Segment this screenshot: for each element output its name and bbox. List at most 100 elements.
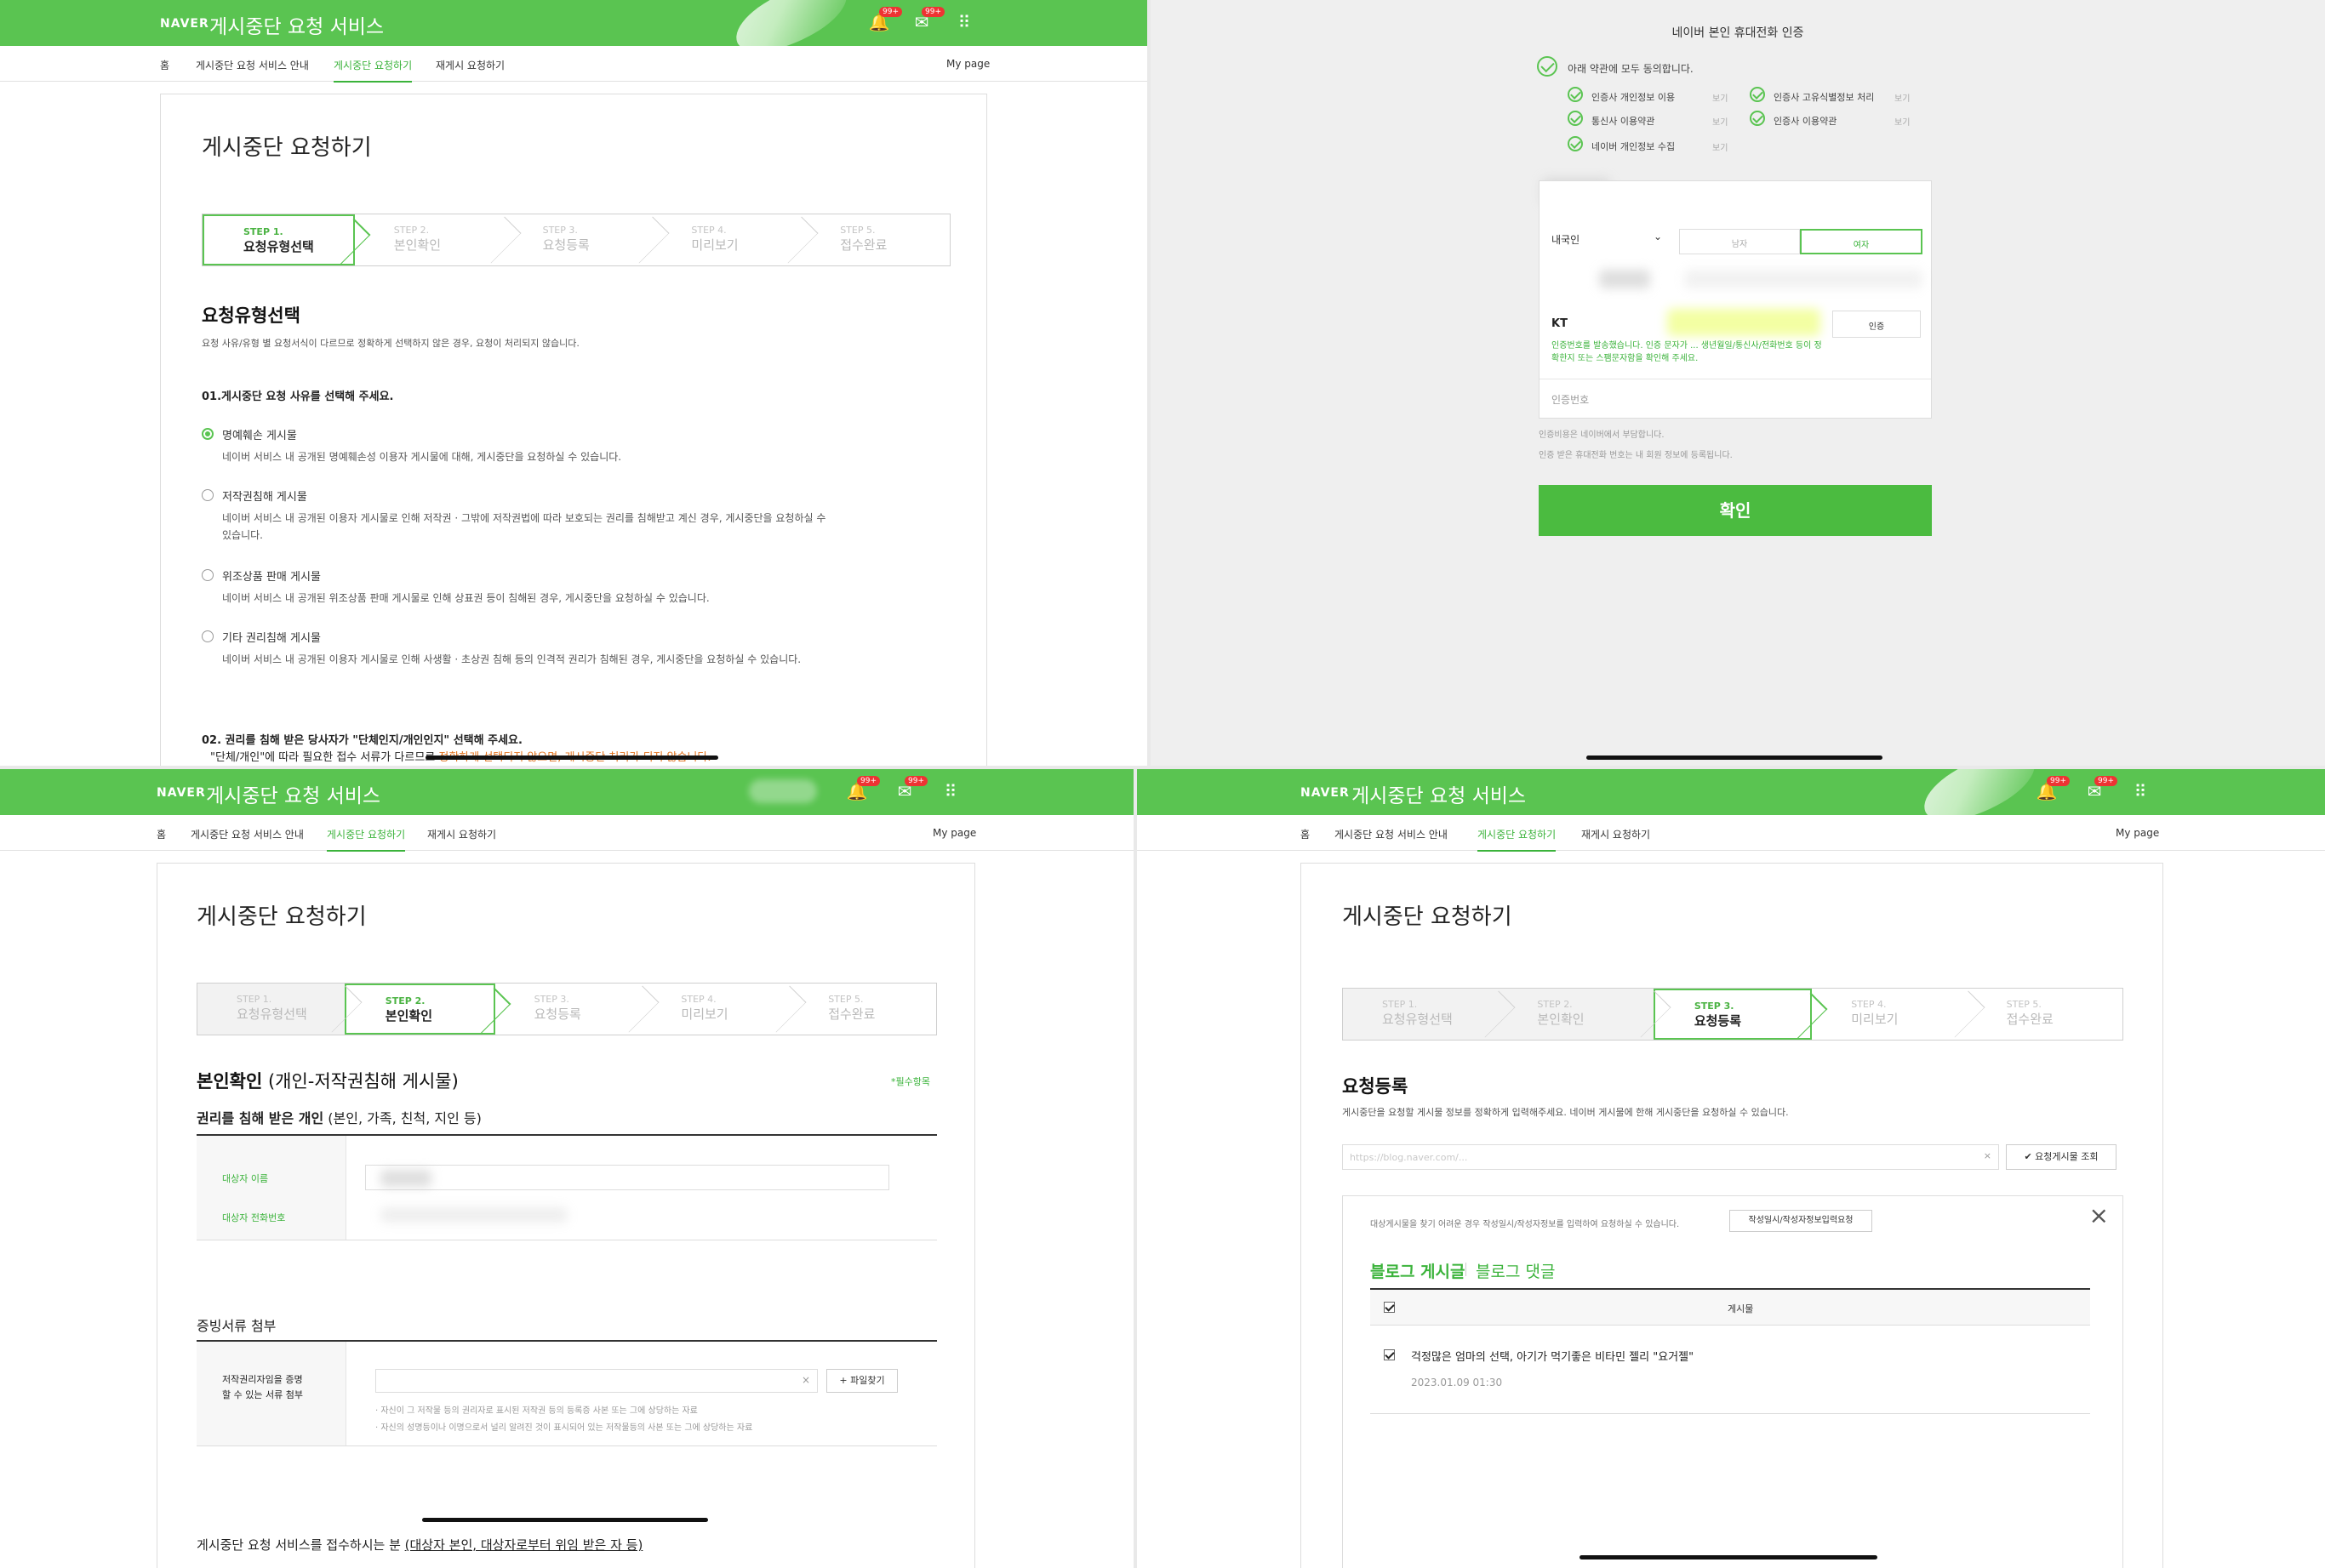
file-browse-button[interactable]: + 파일찾기	[826, 1369, 898, 1393]
radio-copyright[interactable]	[202, 489, 214, 501]
file-path-input[interactable]: ×	[375, 1369, 818, 1393]
step-indicator: STEP 1. 요청유형선택 STEP 2. 본인확인 STEP 3. 요청등록 ST…	[202, 214, 951, 266]
table-row[interactable]: 걱정많은 엄마의 선택, 아기가 먹기좋은 비타민 젤리 "요거젤" 2023.…	[1370, 1326, 2090, 1414]
nav-service-guide[interactable]: 게시중단 요청 서비스 안내	[196, 58, 309, 72]
nav-home[interactable]: 홈	[157, 827, 166, 841]
top-navigation-bar: NAVER 게시중단 요청 서비스 🔔 99+ ✉ 99+ ⠿	[0, 769, 1134, 815]
target-name-label: 대상자 이름	[222, 1173, 269, 1184]
step-1: STEP 1. 요청유형선택	[197, 984, 363, 1035]
mail-icon[interactable]: ✉ 99+	[911, 7, 945, 32]
attach-note-2: · 자신의 성명등이나 이명으로서 널리 알려진 것이 표시되어 있는 저작물등…	[375, 1423, 753, 1433]
option-label[interactable]: 기타 권리침해 게시물	[222, 629, 321, 645]
select-all-checkbox[interactable]	[1384, 1302, 1395, 1313]
nav-service-guide[interactable]: 게시중단 요청 서비스 안내	[191, 827, 304, 841]
confirm-button[interactable]: 확인	[1539, 485, 1932, 536]
lookup-post-button[interactable]: ✔ 요청게시물 조회	[2006, 1144, 2116, 1170]
nav-mypage[interactable]: My page	[2116, 827, 2159, 839]
option-label[interactable]: 저작권침해 게시물	[222, 488, 307, 504]
nav-repost-request[interactable]: 재게시 요청하기	[1581, 827, 1650, 841]
post-title[interactable]: 걱정많은 엄마의 선택, 아기가 먹기좋은 비타민 젤리 "요거젤"	[1411, 1348, 1694, 1364]
term-label: 네이버 개인정보 수집	[1591, 141, 1676, 152]
step-4: STEP 4. 미리보기	[642, 984, 807, 1035]
term-check-icon[interactable]	[1750, 111, 1765, 126]
panel-phone-verification: 네이버 본인 휴대전화 인증 아래 약관에 모두 동의합니다. 인증사 개인정보…	[1151, 0, 2325, 766]
post-url-input[interactable]: https://blog.naver.com/... ×	[1342, 1144, 1999, 1170]
nav-mypage[interactable]: My page	[933, 827, 976, 839]
bell-icon[interactable]: 🔔 99+	[846, 776, 880, 801]
agree-all-check-icon[interactable]	[1537, 56, 1557, 77]
radio-counterfeit[interactable]	[202, 569, 214, 581]
blurred-phone-number	[1667, 309, 1820, 336]
naver-logo[interactable]: NAVER	[160, 17, 209, 31]
step-5: STEP 5. 접수완료	[1967, 989, 2123, 1040]
tab-blog-post[interactable]: 블로그 게시글	[1370, 1259, 1465, 1282]
term-check-icon[interactable]	[1750, 87, 1765, 102]
green-hint-line-1: 인증번호를 발송했습니다. 인증 문자가 ... 생년월일/통신사/전화번호 등…	[1551, 341, 1822, 351]
term-label: 인증사 고유식별정보 처리	[1774, 92, 1875, 103]
sub-navigation: 홈 게시중단 요청 서비스 안내 게시중단 요청하기 재게시 요청하기 My p…	[0, 815, 1134, 852]
term-view-link[interactable]: 보기	[1894, 91, 1910, 104]
term-check-icon[interactable]	[1568, 136, 1583, 151]
service-title[interactable]: 게시중단 요청 서비스	[209, 10, 384, 39]
apps-grid-icon[interactable]: ⠿	[940, 781, 962, 801]
option-label[interactable]: 명예훼손 게시물	[222, 426, 297, 442]
term-check-icon[interactable]	[1568, 111, 1583, 126]
term-view-link[interactable]: 보기	[1712, 140, 1728, 153]
mail-icon[interactable]: ✉ 99+	[894, 776, 928, 801]
nav-repost-request[interactable]: 재게시 요청하기	[427, 827, 496, 841]
nav-request-takedown[interactable]: 게시중단 요청하기	[327, 827, 406, 852]
section-title: 요청유형선택	[202, 305, 300, 326]
tab-blog-comment[interactable]: 블로그 댓글	[1476, 1259, 1555, 1282]
term-view-link[interactable]: 보기	[1894, 115, 1910, 128]
panel-step1-request-type: NAVER 게시중단 요청 서비스 🔔 99+ ✉ 99+ ⠿ 홈 게시중단 요청 …	[0, 0, 1147, 766]
box-description: 대상게시물을 찾기 어려운 경우 작성일시/작성자정보를 입력하여 요청하실 수…	[1370, 1220, 1680, 1229]
column-header: 게시물	[1728, 1303, 1754, 1314]
content-card: 게시중단 요청하기 STEP 1. 요청유형선택 STEP 2. 본인확인 STEP…	[160, 94, 987, 766]
gender-female-button[interactable]: 여자	[1800, 229, 1922, 254]
step-2: STEP 2. 본인확인	[354, 214, 521, 265]
carrier-label[interactable]: KT	[1551, 317, 1568, 330]
mail-badge: 99+	[922, 7, 945, 17]
author-info-request-button[interactable]: 작성일시/작성자정보입력요청	[1729, 1210, 1872, 1232]
bell-icon[interactable]: 🔔 99+	[2036, 776, 2070, 801]
verification-form: 내국인 ⌄ 남자 여자 KT 인증 인증번호를 발송했습니다. 인증 문자가 ..…	[1539, 180, 1932, 419]
mail-icon[interactable]: ✉ 99+	[2083, 776, 2117, 801]
nav-mypage[interactable]: My page	[946, 58, 990, 70]
row-checkbox[interactable]	[1384, 1349, 1395, 1360]
bell-icon[interactable]: 🔔 99+	[868, 7, 902, 32]
nav-home[interactable]: 홈	[160, 58, 169, 72]
target-name-input[interactable]	[365, 1165, 889, 1190]
nav-request-takedown[interactable]: 게시중단 요청하기	[1477, 827, 1557, 852]
nav-home[interactable]: 홈	[1300, 827, 1310, 841]
term-view-link[interactable]: 보기	[1712, 115, 1728, 128]
naver-logo[interactable]: NAVER	[1300, 786, 1350, 800]
service-title[interactable]: 게시중단 요청 서비스	[206, 779, 380, 808]
blurred-field	[1684, 270, 1922, 288]
nav-request-takedown[interactable]: 게시중단 요청하기	[334, 58, 413, 83]
close-icon[interactable]: ×	[2089, 1201, 2109, 1229]
option-label[interactable]: 위조상품 판매 게시물	[222, 567, 321, 584]
auth-code-input[interactable]: 인증번호	[1551, 392, 1589, 407]
blurred-birthdate	[1599, 270, 1650, 288]
radio-other-rights[interactable]	[202, 630, 214, 642]
home-indicator	[1586, 755, 1882, 760]
nav-repost-request[interactable]: 재게시 요청하기	[436, 58, 505, 72]
section-title: 요청등록	[1342, 1076, 1408, 1097]
annotation-underline	[426, 755, 718, 760]
gender-male-button[interactable]: 남자	[1679, 229, 1800, 254]
term-view-link[interactable]: 보기	[1712, 91, 1728, 104]
radio-defamation[interactable]	[202, 428, 214, 440]
service-title[interactable]: 게시중단 요청 서비스	[1351, 779, 1526, 808]
option-description: 네이버 서비스 내 공개된 명예훼손성 이용자 게시물에 대해, 게시중단을 요…	[222, 451, 622, 463]
apps-grid-icon[interactable]: ⠿	[953, 12, 975, 32]
agree-all-label[interactable]: 아래 약관에 모두 동의합니다.	[1568, 61, 1694, 76]
post-date: 2023.01.09 01:30	[1411, 1377, 1503, 1388]
auth-request-button[interactable]: 인증	[1832, 311, 1921, 338]
attach-title: 증빙서류 첨부	[197, 1318, 277, 1334]
term-check-icon[interactable]	[1568, 87, 1583, 102]
naver-logo[interactable]: NAVER	[157, 786, 206, 800]
nationality-select[interactable]: 내국인 ⌄	[1545, 224, 1671, 253]
apps-grid-icon[interactable]: ⠿	[2129, 781, 2151, 801]
nav-service-guide[interactable]: 게시중단 요청 서비스 안내	[1334, 827, 1448, 841]
blurred-phone	[380, 1207, 568, 1223]
